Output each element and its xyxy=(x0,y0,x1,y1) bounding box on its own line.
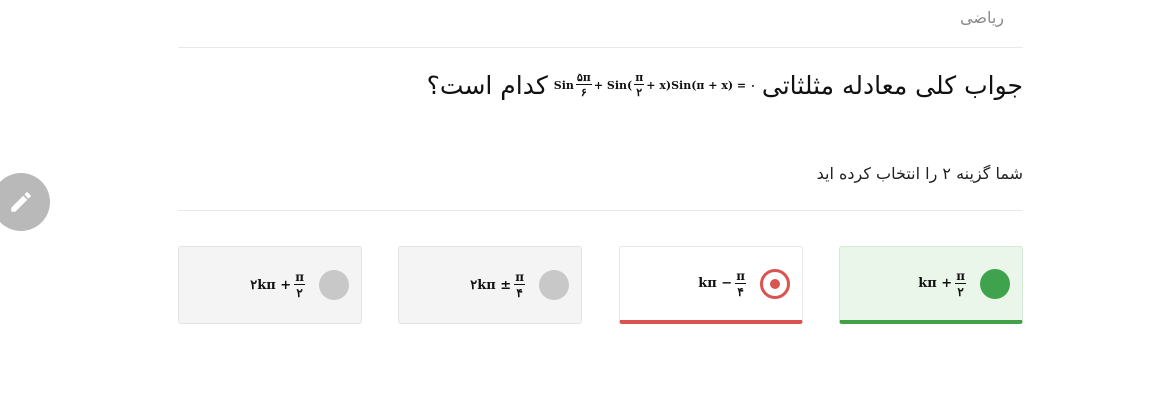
question-text-before: جواب کلی معادله مثلثاتی xyxy=(761,70,1023,100)
option-fraction: π ۴ xyxy=(735,270,746,298)
option-formula: kπ − π ۴ xyxy=(698,270,748,298)
fraction-denominator: ۲ xyxy=(296,286,303,300)
option-formula: ۲kπ ± π ۴ xyxy=(470,271,527,299)
section-divider xyxy=(178,210,1023,211)
correct-answer-icon xyxy=(980,268,1010,299)
fraction-denominator: ۴ xyxy=(516,286,523,300)
option-2[interactable]: kπ − π ۴ xyxy=(619,246,803,324)
option-term: ۲kπ + xyxy=(250,277,292,293)
question-text-after: کدام است؟ xyxy=(426,70,548,100)
pencil-icon xyxy=(11,192,31,212)
option-formula: ۲kπ + π ۲ xyxy=(250,271,307,299)
formula-middle-1: + Sin( xyxy=(593,78,633,92)
question-formula: Sin ۵π ۶ + Sin( π ۲ + x)Sin(π + x) = ۰ xyxy=(554,72,756,98)
fraction-denominator: ۲ xyxy=(636,86,643,99)
option-fraction: π ۴ xyxy=(514,271,525,299)
fraction-denominator: ۲ xyxy=(957,284,964,299)
selection-note: شما گزینه ۲ را انتخاب کرده اید xyxy=(816,164,1023,183)
formula-fraction-1: ۵π ۶ xyxy=(575,71,592,99)
option-formula: kπ + π ۲ xyxy=(918,270,968,298)
option-1[interactable]: kπ + π ۲ xyxy=(839,246,1023,324)
fraction-denominator: ۶ xyxy=(580,86,587,99)
option-term: kπ + xyxy=(918,276,953,291)
option-4[interactable]: ۲kπ + π ۲ xyxy=(178,246,362,324)
radio-icon xyxy=(539,270,569,300)
formula-middle-2: + x)Sin(π + x) = ۰ xyxy=(646,78,756,92)
edit-button[interactable] xyxy=(0,173,50,231)
question-stem: جواب کلی معادله مثلثاتی Sin ۵π ۶ + Sin( … xyxy=(427,60,1023,110)
fraction-numerator: ۵π xyxy=(575,71,592,85)
fraction-denominator: ۴ xyxy=(737,284,744,299)
header-divider xyxy=(178,47,1023,48)
formula-fraction-2: π ۲ xyxy=(634,71,645,99)
option-term: ۲kπ ± xyxy=(470,277,512,293)
selected-radio-icon xyxy=(760,268,790,299)
question-page: ریاضی جواب کلی معادله مثلثاتی Sin ۵π ۶ +… xyxy=(0,0,1169,414)
fraction-numerator: π xyxy=(955,268,966,284)
formula-sin-label: Sin xyxy=(553,78,574,92)
option-fraction: π ۲ xyxy=(955,270,966,298)
category-label: ریاضی xyxy=(960,8,1004,27)
fraction-numerator: π xyxy=(634,71,645,85)
option-fraction: π ۲ xyxy=(294,271,305,299)
option-term: kπ − xyxy=(698,276,733,291)
fraction-numerator: π xyxy=(294,270,305,285)
fraction-numerator: π xyxy=(514,270,525,285)
fraction-numerator: π xyxy=(735,268,746,284)
option-3[interactable]: ۲kπ ± π ۴ xyxy=(398,246,582,324)
radio-icon xyxy=(319,270,349,300)
